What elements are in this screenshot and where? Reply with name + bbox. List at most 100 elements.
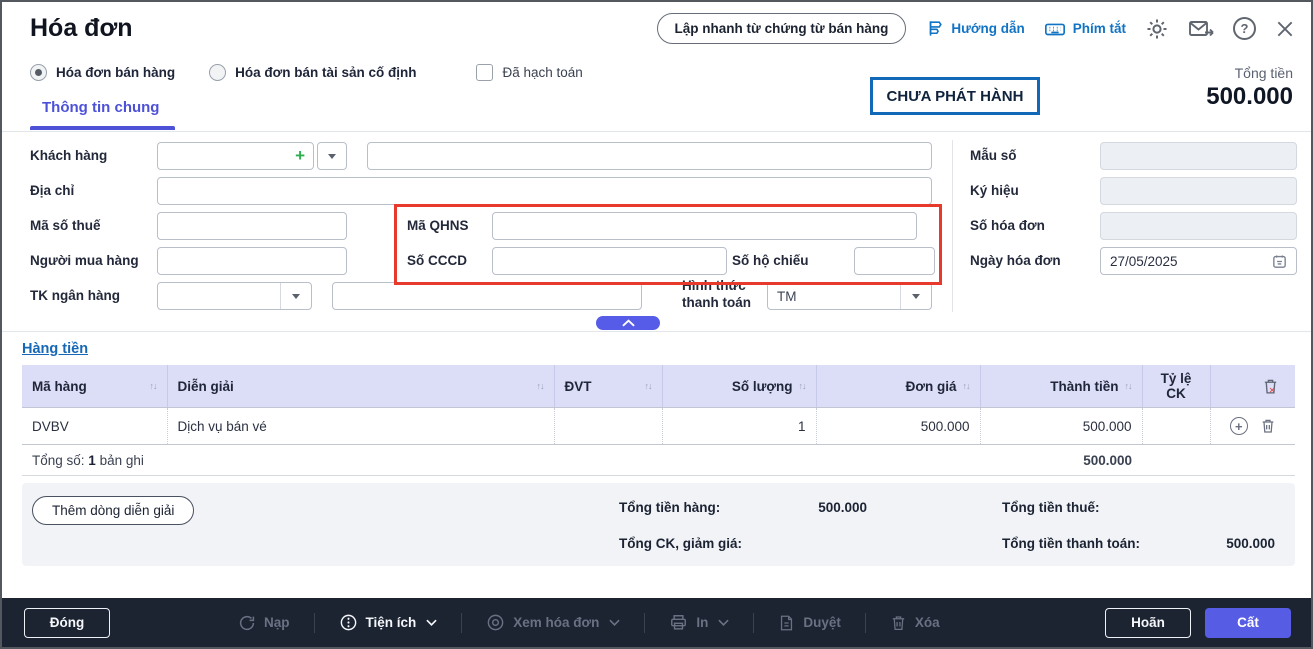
- line-items-link[interactable]: Hàng tiền: [22, 341, 88, 357]
- sort-icon[interactable]: ↑↓: [645, 381, 652, 391]
- view-icon: [486, 613, 505, 632]
- tax-code-label: Mã số thuế: [30, 212, 101, 240]
- document-icon: [778, 614, 795, 632]
- cccd-label: Số CCCD: [407, 247, 467, 275]
- col-thanh-tien[interactable]: Thành tiền↑↓: [980, 365, 1142, 408]
- total-amount-header: Tổng tiền 500.000: [1206, 65, 1293, 111]
- table-header-row: Mã hàng↑↓ Diễn giải↑↓ ĐVT↑↓ Số lượng↑↓ Đ…: [22, 365, 1295, 408]
- qhns-input[interactable]: [492, 212, 917, 240]
- sort-icon[interactable]: ↑↓: [1125, 381, 1132, 391]
- customer-name-input[interactable]: [367, 142, 932, 170]
- delete-button[interactable]: Xóa: [890, 614, 940, 632]
- tab-underline: [30, 126, 175, 130]
- print-menu[interactable]: In: [669, 613, 729, 632]
- calendar-icon[interactable]: [1271, 253, 1288, 270]
- col-delete-all[interactable]: ✕: [1210, 365, 1295, 408]
- sort-icon[interactable]: ↑↓: [799, 381, 806, 391]
- total-amount-label: Tổng tiền: [1206, 65, 1293, 81]
- col-dvt[interactable]: ĐVT↑↓: [554, 365, 662, 408]
- symbol-label: Ký hiệu: [970, 177, 1019, 205]
- checkbox-icon[interactable]: [476, 64, 493, 81]
- cell-dvt[interactable]: [554, 408, 662, 445]
- tab-general-info[interactable]: Thông tin chung: [42, 99, 159, 116]
- cell-ty-le-ck[interactable]: [1142, 408, 1210, 445]
- sort-icon[interactable]: ↑↓: [963, 381, 970, 391]
- add-description-line-button[interactable]: Thêm dòng diễn giải: [32, 496, 194, 525]
- invoice-no-label: Số hóa đơn: [970, 212, 1045, 240]
- cell-ma-hang[interactable]: DVBV: [22, 408, 167, 445]
- table-row[interactable]: DVBV Dịch vụ bán vé 1 500.000 500.000 +: [22, 408, 1295, 445]
- form-vertical-divider: [952, 140, 953, 312]
- status-badge: CHƯA PHÁT HÀNH: [870, 77, 1040, 115]
- view-invoice-menu[interactable]: Xem hóa đơn: [486, 613, 620, 632]
- close-button[interactable]: Đóng: [24, 608, 110, 638]
- cell-don-gia[interactable]: 500.000: [816, 408, 980, 445]
- total-payment-value: 500.000: [1155, 536, 1275, 551]
- radio-unselected-icon[interactable]: [209, 64, 226, 81]
- header-actions: Lập nhanh từ chứng từ bán hàng Hướng dẫn…: [657, 13, 1295, 44]
- summary-panel: Thêm dòng diễn giải Tổng tiền hàng: 500.…: [22, 483, 1295, 566]
- tax-code-input[interactable]: [157, 212, 347, 240]
- collapse-form-button[interactable]: [596, 316, 660, 330]
- utilities-menu[interactable]: Tiện ích: [339, 613, 438, 632]
- send-email-icon[interactable]: [1188, 17, 1214, 41]
- delete-all-icon[interactable]: ✕: [1221, 378, 1286, 395]
- buyer-input[interactable]: [157, 247, 347, 275]
- col-so-luong[interactable]: Số lượng↑↓: [662, 365, 816, 408]
- customer-label: Khách hàng: [30, 142, 107, 170]
- settings-gear-icon[interactable]: [1145, 17, 1169, 41]
- total-payment-label: Tổng tiền thanh toán:: [1002, 536, 1140, 551]
- help-icon[interactable]: ?: [1233, 17, 1256, 40]
- save-button[interactable]: Cất: [1205, 608, 1291, 638]
- header: Hóa đơn Lập nhanh từ chứng từ bán hàng H…: [2, 2, 1311, 132]
- sort-icon[interactable]: ↑↓: [150, 381, 157, 391]
- add-row-icon[interactable]: +: [1230, 417, 1248, 435]
- payment-method-select[interactable]: TM: [767, 282, 932, 310]
- approve-button[interactable]: Duyệt: [778, 614, 841, 632]
- template-input: [1100, 142, 1297, 170]
- postpone-button[interactable]: Hoãn: [1105, 608, 1191, 638]
- guide-link[interactable]: Hướng dẫn: [925, 19, 1024, 38]
- symbol-input: [1100, 177, 1297, 205]
- bank-name-input[interactable]: [332, 282, 642, 310]
- reload-button[interactable]: Nạp: [238, 614, 290, 632]
- shortcut-link[interactable]: Phím tắt: [1044, 18, 1126, 40]
- radio-fixed-asset-invoice[interactable]: Hóa đơn bán tài sản cố định: [209, 64, 416, 81]
- cell-thanh-tien[interactable]: 500.000: [980, 408, 1142, 445]
- delete-row-icon[interactable]: [1260, 418, 1276, 434]
- radio-sales-invoice[interactable]: Hóa đơn bán hàng: [30, 64, 175, 81]
- radio-selected-icon[interactable]: [30, 64, 47, 81]
- chevron-down-icon: [426, 619, 437, 626]
- page-title: Hóa đơn: [30, 14, 133, 43]
- chevron-down-icon: [328, 154, 336, 159]
- col-ma-hang[interactable]: Mã hàng↑↓: [22, 365, 167, 408]
- customer-dropdown-button[interactable]: [317, 142, 347, 170]
- qhns-label: Mã QHNS: [407, 212, 469, 240]
- col-ty-le-ck[interactable]: Tỷ lệ CK: [1142, 365, 1210, 408]
- col-don-gia[interactable]: Đơn giá↑↓: [816, 365, 980, 408]
- add-customer-icon[interactable]: +: [295, 146, 305, 166]
- quick-create-button[interactable]: Lập nhanh từ chứng từ bán hàng: [657, 13, 907, 44]
- bank-account-select[interactable]: [157, 282, 312, 310]
- chevron-down-icon: [609, 619, 620, 626]
- passport-input[interactable]: [854, 247, 935, 275]
- checkbox-posted[interactable]: Đã hạch toán: [476, 64, 582, 81]
- buyer-label: Người mua hàng: [30, 247, 139, 275]
- cell-dien-giai[interactable]: Dịch vụ bán vé: [167, 408, 554, 445]
- guide-signpost-icon: [925, 19, 944, 38]
- line-items-table: Mã hàng↑↓ Diễn giải↑↓ ĐVT↑↓ Số lượng↑↓ Đ…: [22, 365, 1295, 476]
- total-amount-value: 500.000: [1206, 83, 1293, 111]
- total-discount-label: Tổng CK, giảm giá:: [619, 536, 742, 551]
- cccd-input[interactable]: [492, 247, 727, 275]
- invoice-date-label: Ngày hóa đơn: [970, 247, 1061, 275]
- cell-so-luong[interactable]: 1: [662, 408, 816, 445]
- chevron-down-icon[interactable]: [280, 283, 311, 309]
- close-icon[interactable]: [1275, 19, 1295, 39]
- customer-input[interactable]: +: [157, 142, 314, 170]
- col-dien-giai[interactable]: Diễn giải↑↓: [167, 365, 554, 408]
- invoice-date-input[interactable]: 27/05/2025: [1100, 247, 1297, 275]
- invoice-no-input: [1100, 212, 1297, 240]
- address-input[interactable]: [157, 177, 932, 205]
- sort-icon[interactable]: ↑↓: [537, 381, 544, 391]
- chevron-down-icon[interactable]: [900, 283, 931, 309]
